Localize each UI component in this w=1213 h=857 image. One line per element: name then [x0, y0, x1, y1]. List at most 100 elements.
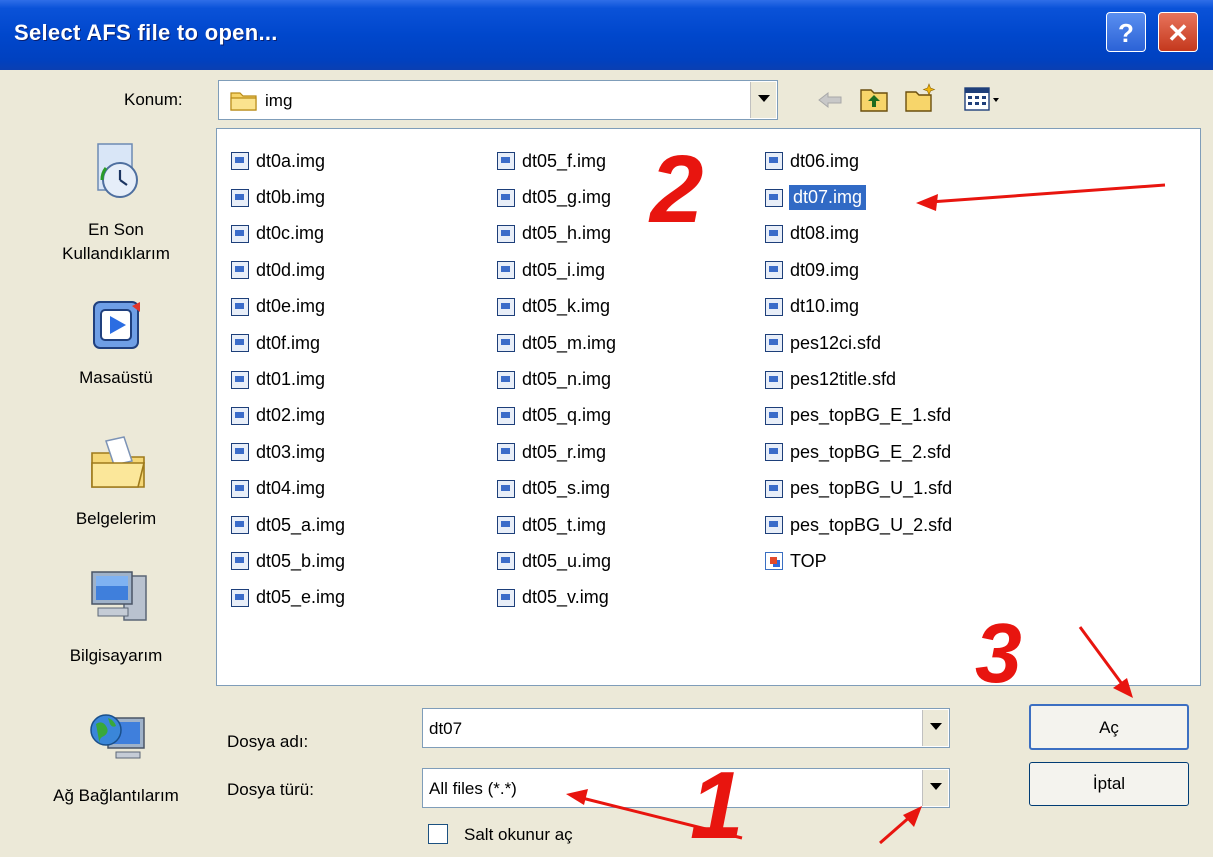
filename-combo[interactable]: dt07	[422, 708, 950, 748]
file-name: dt0f.img	[256, 332, 321, 353]
filetype-dropdown-button[interactable]	[922, 770, 948, 806]
image-file-icon	[497, 334, 515, 353]
file-item[interactable]: TOP	[765, 543, 953, 579]
file-name: pes12title.sfd	[790, 369, 897, 390]
image-file-icon	[231, 152, 249, 171]
image-file-icon	[231, 297, 249, 316]
image-file-icon	[765, 188, 783, 207]
file-item[interactable]: pes_topBG_E_2.sfd	[765, 434, 953, 470]
file-item[interactable]: dt05_n.img	[497, 361, 617, 397]
image-file-icon	[231, 588, 249, 607]
file-item[interactable]: dt05_e.img	[231, 580, 346, 616]
place-computer[interactable]: Bilgisayarım	[18, 568, 214, 668]
file-item[interactable]: pes12title.sfd	[765, 361, 953, 397]
image-file-icon	[497, 297, 515, 316]
view-menu-icon[interactable]	[962, 84, 1002, 114]
file-item[interactable]: dt0b.img	[231, 179, 346, 215]
file-item[interactable]: dt05_v.img	[497, 580, 617, 616]
file-item[interactable]: dt0d.img	[231, 252, 346, 288]
file-item[interactable]: dt05_q.img	[497, 398, 617, 434]
title-bar: Select AFS file to open... ? ✕	[0, 0, 1213, 70]
file-name: dt08.img	[790, 223, 860, 244]
image-file-icon	[497, 152, 515, 171]
file-name: dt05_v.img	[522, 587, 609, 608]
network-places-icon	[90, 714, 145, 759]
file-item[interactable]: dt06.img	[765, 143, 953, 179]
file-item[interactable]: pes_topBG_U_1.sfd	[765, 471, 953, 507]
image-file-icon	[765, 224, 783, 243]
file-item[interactable]: dt0c.img	[231, 216, 346, 252]
up-folder-icon[interactable]	[858, 84, 890, 114]
filename-input[interactable]: dt07	[429, 719, 462, 739]
file-item[interactable]: dt0a.img	[231, 143, 346, 179]
location-combo[interactable]: img	[218, 80, 778, 120]
file-item[interactable]: pes_topBG_E_1.sfd	[765, 398, 953, 434]
file-item[interactable]: dt05_r.img	[497, 434, 617, 470]
open-button[interactable]: Aç	[1029, 704, 1189, 750]
file-name: dt0a.img	[256, 150, 326, 171]
filetype-combo[interactable]: All files (*.*)	[422, 768, 950, 808]
file-list[interactable]: dt0a.img dt0b.img dt0c.img dt0d.img dt0e.img…	[216, 128, 1201, 686]
generic-file-icon	[765, 552, 783, 571]
place-documents[interactable]: Belgelerim	[18, 433, 214, 531]
location-dropdown-button[interactable]	[750, 82, 776, 118]
file-item[interactable]: dt0f.img	[231, 325, 346, 361]
image-file-icon	[231, 443, 249, 462]
file-item[interactable]: dt05_u.img	[497, 543, 617, 579]
file-name: dt05_n.img	[522, 369, 612, 390]
image-file-icon	[765, 479, 783, 498]
file-item[interactable]: dt05_i.img	[497, 252, 617, 288]
place-documents-label: Belgelerim	[75, 509, 157, 528]
file-name: dt05_r.img	[522, 441, 607, 462]
readonly-checkbox[interactable]	[428, 824, 448, 844]
back-arrow-icon[interactable]	[815, 85, 845, 115]
new-folder-icon[interactable]	[903, 82, 937, 114]
file-item[interactable]: dt08.img	[765, 216, 953, 252]
place-network[interactable]: Ağ Bağlantılarım	[18, 706, 214, 808]
file-item[interactable]: dt07.img	[765, 179, 953, 215]
filetype-label: Dosya türü:	[227, 780, 314, 799]
file-name: dt05_a.img	[256, 514, 346, 535]
file-name: dt06.img	[790, 150, 860, 171]
image-file-icon	[231, 406, 249, 425]
close-button[interactable]: ✕	[1158, 12, 1198, 52]
help-button[interactable]: ?	[1106, 12, 1146, 52]
place-computer-label: Bilgisayarım	[69, 646, 163, 665]
file-item[interactable]: dt03.img	[231, 434, 346, 470]
place-desktop[interactable]: Masaüstü	[18, 296, 214, 390]
location-value: img	[265, 91, 293, 110]
file-item[interactable]: dt05_s.img	[497, 471, 617, 507]
file-item[interactable]: dt02.img	[231, 398, 346, 434]
file-name: dt01.img	[256, 369, 326, 390]
file-item[interactable]: dt04.img	[231, 471, 346, 507]
file-item[interactable]: dt05_m.img	[497, 325, 617, 361]
place-recent-label-1: En Son	[88, 220, 144, 239]
file-item[interactable]: pes12ci.sfd	[765, 325, 953, 361]
image-file-icon	[497, 443, 515, 462]
file-item[interactable]: dt10.img	[765, 289, 953, 325]
file-item[interactable]: dt05_a.img	[231, 507, 346, 543]
file-item[interactable]: dt05_f.img	[497, 143, 617, 179]
file-item[interactable]: dt05_t.img	[497, 507, 617, 543]
folder-icon	[230, 92, 257, 111]
file-item[interactable]: dt05_h.img	[497, 216, 617, 252]
place-recent[interactable]: En Son Kullandıklarım	[18, 140, 214, 266]
file-item[interactable]: dt05_g.img	[497, 179, 617, 215]
file-column-1: dt0a.img dt0b.img dt0c.img dt0d.img dt0e.img…	[231, 143, 346, 616]
cancel-button[interactable]: İptal	[1029, 762, 1189, 806]
place-recent-label-2: Kullandıklarım	[62, 244, 170, 263]
file-item[interactable]: dt09.img	[765, 252, 953, 288]
location-label: Konum:	[124, 90, 183, 109]
filename-dropdown-button[interactable]	[922, 710, 948, 746]
file-item[interactable]: dt0e.img	[231, 289, 346, 325]
my-computer-icon	[91, 571, 147, 621]
file-item[interactable]: dt05_b.img	[231, 543, 346, 579]
file-item[interactable]: dt01.img	[231, 361, 346, 397]
file-item[interactable]: pes_topBG_U_2.sfd	[765, 507, 953, 543]
image-file-icon	[231, 261, 249, 280]
file-item[interactable]: dt05_k.img	[497, 289, 617, 325]
image-file-icon	[497, 224, 515, 243]
file-name: dt05_g.img	[522, 187, 612, 208]
file-name: dt05_h.img	[522, 223, 612, 244]
file-name: pes_topBG_U_2.sfd	[790, 514, 953, 535]
